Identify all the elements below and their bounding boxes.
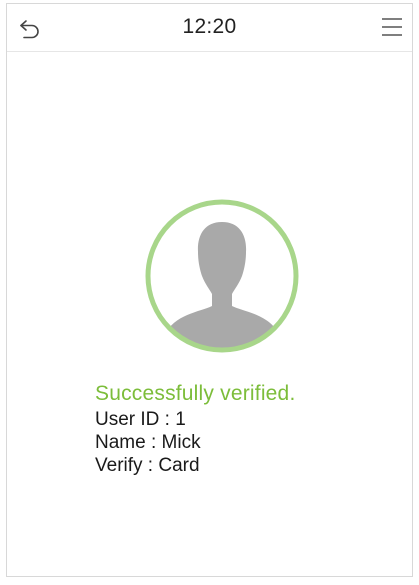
clock-time: 12:20	[182, 15, 237, 38]
verify-method-text: Verify : Card	[95, 455, 200, 476]
avatar	[142, 196, 302, 356]
verification-screen: 12:20 Successfully verified. User ID: 1…	[6, 3, 413, 577]
menu-button[interactable]	[380, 14, 404, 40]
top-bar: 12:20	[7, 4, 412, 52]
hamburger-menu-icon	[382, 18, 402, 36]
success-message: Successfully verified.	[95, 382, 296, 405]
verification-result: Successfully verified. User ID : 1 Name …	[95, 380, 295, 477]
user-id-text: User ID : 1	[95, 409, 186, 430]
user-name-text: Name : Mick	[95, 432, 201, 453]
user-silhouette-icon	[145, 199, 299, 353]
